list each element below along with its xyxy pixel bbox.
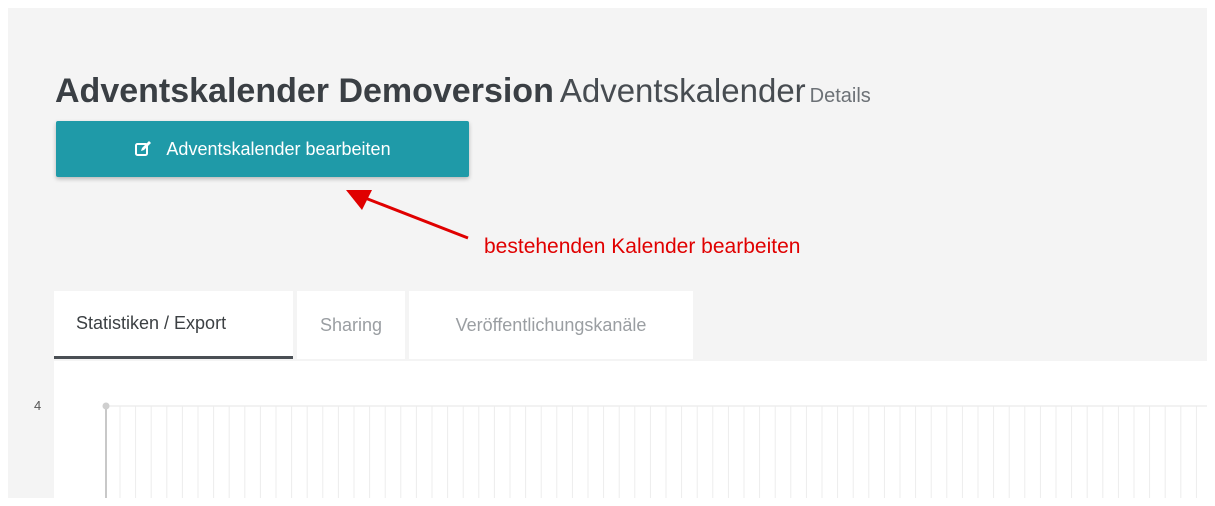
statistics-panel	[54, 361, 1207, 498]
tab-sharing-label: Sharing	[319, 314, 383, 335]
annotation-arrow	[346, 190, 469, 240]
tab-statistics-export-label: Statistiken / Export	[76, 313, 227, 333]
page-frame: Adventskalender Demoversion Adventskalend…	[8, 8, 1207, 498]
tab-publication-channels-label: Veröffentlichungskanäle	[455, 314, 647, 335]
page-title-sub: Adventskalender	[559, 72, 806, 109]
page-title-details: Details	[809, 85, 871, 107]
edit-icon	[134, 140, 152, 158]
annotation-text: bestehenden Kalender bearbeiten	[484, 235, 801, 258]
page-title: Adventskalender Demoversion Adventskalend…	[55, 74, 871, 108]
y-tick-label: 4	[34, 398, 42, 413]
page-title-main: Adventskalender Demoversion	[55, 72, 554, 110]
tab-sharing[interactable]: Sharing	[297, 291, 405, 359]
statistics-chart	[102, 402, 1207, 498]
tab-publication-channels[interactable]: Veröffentlichungskanäle	[409, 291, 693, 359]
edit-calendar-button-label: Adventskalender bearbeiten	[166, 138, 391, 159]
tab-statistics-export[interactable]: Statistiken / Export	[54, 291, 293, 359]
chart-point	[102, 402, 110, 410]
edit-calendar-button[interactable]: Adventskalender bearbeiten	[56, 121, 469, 177]
tab-bar: Statistiken / Export Sharing Veröffentli…	[54, 291, 693, 359]
